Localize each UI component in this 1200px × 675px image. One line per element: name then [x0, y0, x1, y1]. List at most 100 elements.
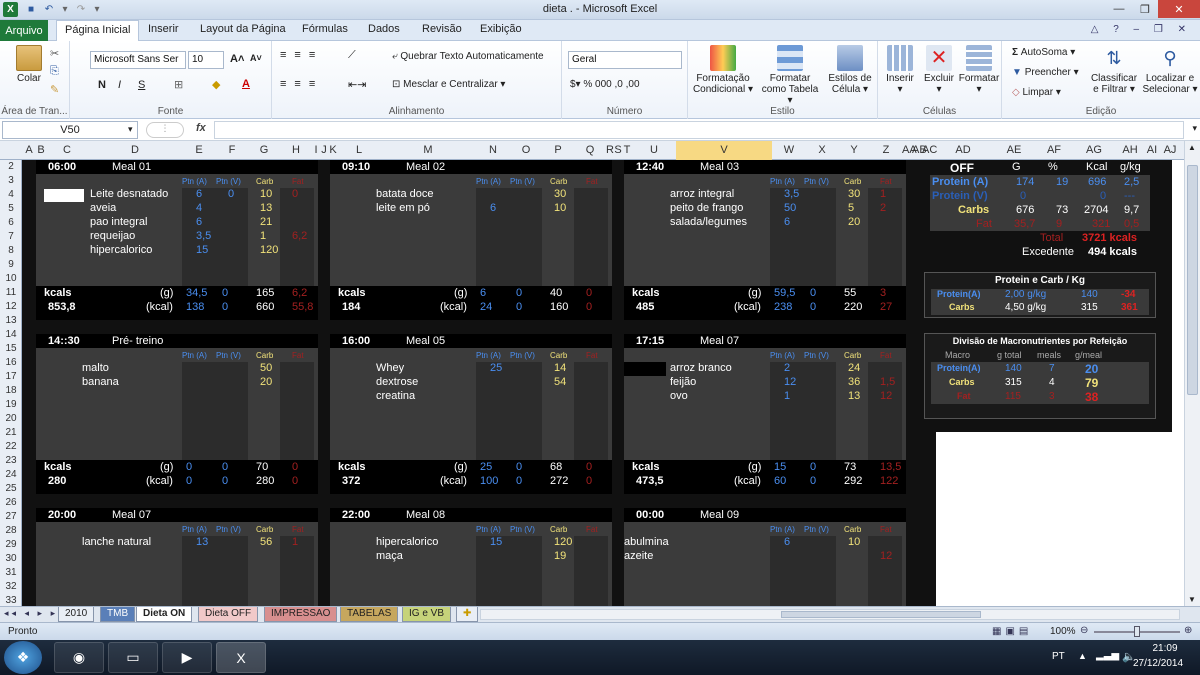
vertical-align-icons[interactable]: ≡≡≡	[280, 49, 323, 61]
col-header-s[interactable]: S	[614, 144, 622, 156]
orientation-icon[interactable]: ⟋	[348, 49, 356, 62]
delete-cells-button[interactable]: ✕ Excluir ▾	[920, 45, 958, 95]
col-header-ah[interactable]: AH	[1114, 144, 1146, 156]
view-buttons-icon[interactable]: ▦▣▤	[992, 626, 1032, 637]
zoom-in-icon[interactable]: ⊕	[1184, 625, 1192, 636]
sheet-grid[interactable]: 06:00 Meal 01 Ptn (A) Ptn (V) Carb Fat Leite d…	[22, 160, 1184, 606]
row-header-33[interactable]: 33	[0, 595, 22, 606]
col-header-ae[interactable]: AE	[994, 144, 1034, 156]
zoom-slider-thumb[interactable]	[1134, 626, 1140, 637]
cell-styles-button[interactable]: Estilos de Célula ▾	[824, 45, 876, 95]
tab-pagina-inicial[interactable]: Página Inicial	[56, 20, 140, 42]
expand-formula-icon[interactable]: ▾	[1192, 123, 1197, 134]
vertical-scroll-thumb[interactable]	[1187, 165, 1198, 395]
col-header-ad[interactable]: AD	[932, 144, 994, 156]
scroll-down-icon[interactable]: ▼	[1188, 595, 1196, 604]
row-header-28[interactable]: 28	[0, 525, 22, 536]
tab-revisao[interactable]: Revisão	[422, 23, 462, 35]
row-header-15[interactable]: 15	[0, 343, 22, 354]
tray-arrow-icon[interactable]: ▲	[1078, 651, 1087, 661]
row-header-16[interactable]: 16	[0, 357, 22, 368]
sort-filter-button[interactable]: ⇅ Classificar e Filtrar ▾	[1088, 45, 1140, 95]
increase-font-icon[interactable]: A˄	[230, 53, 244, 65]
row-header-19[interactable]: 19	[0, 399, 22, 410]
fill-button[interactable]: ▼ Preencher ▾	[1012, 67, 1079, 78]
row-header-25[interactable]: 25	[0, 483, 22, 494]
restore-icon[interactable]: ❐	[1132, 0, 1158, 18]
col-header-x[interactable]: X	[806, 144, 838, 156]
horizontal-scroll-thumb[interactable]	[781, 611, 981, 618]
find-select-button[interactable]: ⚲ Localizar e Selecionar ▾	[1142, 45, 1198, 95]
horizontal-scrollbar[interactable]	[480, 609, 1180, 620]
row-header-2[interactable]: 2	[0, 161, 22, 172]
col-header-e[interactable]: E	[182, 144, 216, 156]
col-header-q[interactable]: Q	[574, 144, 606, 156]
conditional-format-button[interactable]: Formatação Condicional ▾	[690, 45, 756, 95]
row-header-32[interactable]: 32	[0, 581, 22, 592]
row-header-26[interactable]: 26	[0, 497, 22, 508]
tab-arquivo[interactable]: Arquivo	[0, 20, 48, 41]
start-button-icon[interactable]: ❖	[4, 641, 42, 674]
number-format-icons[interactable]: $▾ % 000 ,0 ,00	[570, 79, 640, 90]
insert-cells-button[interactable]: Inserir ▾	[880, 45, 920, 95]
col-header-g[interactable]: G	[248, 144, 280, 156]
format-table-button[interactable]: Formatar como Tabela ▾	[758, 45, 822, 106]
col-header-w[interactable]: W	[772, 144, 806, 156]
row-header-21[interactable]: 21	[0, 427, 22, 438]
col-header-aa[interactable]: AA	[902, 144, 917, 156]
sheet-tab-dieta-off[interactable]: Dieta OFF	[198, 607, 259, 622]
formula-input[interactable]	[214, 121, 1184, 139]
col-header-o[interactable]: O	[510, 144, 542, 156]
col-header-i[interactable]: I	[312, 144, 320, 156]
row-header-27[interactable]: 27	[0, 511, 22, 522]
minimize-icon[interactable]: —	[1106, 0, 1132, 18]
tab-exibicao[interactable]: Exibição	[480, 23, 522, 35]
cut-icon[interactable]: ✂	[50, 47, 59, 60]
row-header-8[interactable]: 8	[0, 245, 22, 256]
col-header-v[interactable]: V	[676, 141, 772, 160]
col-header-n[interactable]: N	[476, 144, 510, 156]
paste-button[interactable]: Colar	[14, 45, 44, 84]
row-header-14[interactable]: 14	[0, 329, 22, 340]
col-header-f[interactable]: F	[216, 144, 248, 156]
col-header-c[interactable]: C	[46, 144, 88, 156]
row-header-5[interactable]: 5	[0, 203, 22, 214]
name-box[interactable]: V50	[2, 121, 138, 139]
media-player-taskbar-icon[interactable]: ▶	[162, 642, 212, 673]
font-name-input[interactable]: Microsoft Sans Ser	[90, 51, 186, 69]
col-header-u[interactable]: U	[632, 144, 676, 156]
col-header-r[interactable]: R	[606, 144, 614, 156]
sheet-nav-arrows-icon[interactable]: ◂◂ ◂ ▸ ▸▸	[4, 608, 66, 619]
row-header-9[interactable]: 9	[0, 259, 22, 270]
sheet-tab-impressao[interactable]: IMPRESSAO	[264, 607, 338, 622]
close-icon[interactable]: ✕	[1158, 0, 1200, 18]
fill-color-icon[interactable]: ◆	[212, 78, 220, 91]
row-header-4[interactable]: 4	[0, 189, 22, 200]
col-header-aj[interactable]: AJ	[1158, 144, 1182, 156]
col-header-p[interactable]: P	[542, 144, 574, 156]
col-header-d[interactable]: D	[88, 144, 182, 156]
merge-center-button[interactable]: ⊡ Mesclar e Centralizar ▾	[392, 79, 505, 90]
row-header-24[interactable]: 24	[0, 469, 22, 480]
tab-dados[interactable]: Dados	[368, 23, 400, 35]
row-header-10[interactable]: 10	[0, 273, 22, 284]
row-header-20[interactable]: 20	[0, 413, 22, 424]
row-header-13[interactable]: 13	[0, 315, 22, 326]
tab-formulas[interactable]: Fórmulas	[302, 23, 348, 35]
row-header-11[interactable]: 11	[0, 287, 22, 298]
autosum-button[interactable]: Σ AutoSoma ▾	[1012, 47, 1075, 58]
col-header-ag[interactable]: AG	[1074, 144, 1114, 156]
insert-function-button[interactable]: fx	[196, 122, 206, 134]
row-header-30[interactable]: 30	[0, 553, 22, 564]
col-header-ac[interactable]: AC	[922, 144, 937, 156]
clock-time[interactable]: 21:09	[1140, 643, 1190, 654]
sheet-tab-ig-vb[interactable]: IG e VB	[402, 607, 452, 622]
clear-button[interactable]: ◇ Limpar ▾	[1012, 87, 1061, 98]
copy-icon[interactable]: ⎘	[50, 65, 59, 78]
explorer-taskbar-icon[interactable]: ▭	[108, 642, 158, 673]
decrease-font-icon[interactable]: A˅	[250, 53, 262, 63]
row-header-6[interactable]: 6	[0, 217, 22, 228]
row-header-12[interactable]: 12	[0, 301, 22, 312]
format-painter-icon[interactable]: ✎	[50, 83, 59, 96]
formula-cancel-enter-icons[interactable]: ⋮	[146, 122, 184, 138]
